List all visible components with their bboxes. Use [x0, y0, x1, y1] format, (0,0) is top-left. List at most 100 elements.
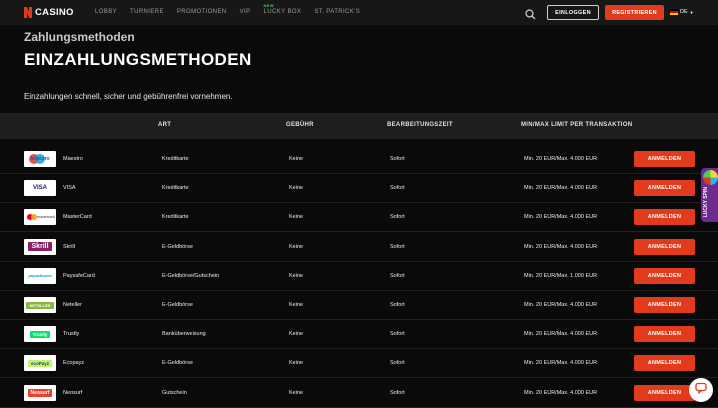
page-title: EINZAHLUNGSMETHODEN: [24, 50, 252, 69]
table-row: mastercard MasterCard Kreditkarte Keine Sofo…: [0, 203, 718, 233]
payment-logo-ecopayz: ecoPayz: [24, 355, 56, 372]
register-row-button[interactable]: ANMELDEN: [634, 384, 695, 401]
nav-item-promotionen[interactable]: PROMOTIONEN: [177, 9, 227, 15]
payment-method-fee: Keine: [289, 185, 304, 192]
chevron-down-icon: ▼: [689, 9, 694, 15]
payment-method-name: Skrill: [63, 243, 75, 250]
nav-label: VIP: [239, 9, 251, 15]
register-row-button[interactable]: ANMELDEN: [634, 180, 695, 197]
page-subtitle: Einzahlungen schnell, sicher und gebühre…: [24, 92, 233, 101]
register-button[interactable]: REGISTRIEREN: [605, 5, 664, 20]
table-row: Neosurf Neosurf Gutschein Keine Sofort Min. 2…: [0, 379, 718, 408]
nav-item-turniere[interactable]: TURNIERE: [130, 9, 164, 15]
payment-method-type: E-Geldbörse/Gutschein: [162, 272, 220, 279]
payment-logo-text: paysafecard: [28, 273, 52, 279]
nav-item-lucky-box[interactable]: NEW LUCKY BOX: [263, 3, 302, 15]
table-row: paysafecard PaysafeCard E-Geldbörse/Gutsch…: [0, 262, 718, 291]
register-row-button[interactable]: ANMELDEN: [634, 326, 695, 343]
payment-method-name: Ecopayz: [63, 360, 85, 367]
payment-logo-visa: VISA: [24, 180, 56, 197]
payment-method-limit: Min. 20 EUR/Max. 4.000 EUR: [524, 360, 598, 367]
payment-method-limit: Min. 20 EUR/Max. 4.000 EUR: [524, 331, 598, 338]
payment-method-type: E-Geldbörse: [162, 243, 193, 250]
column-header-fee: GEBÜHR: [286, 122, 314, 128]
nav-item-st-patricks[interactable]: ST. PATRICK'S: [314, 9, 360, 15]
column-header-art: ART: [158, 122, 172, 128]
lucky-spin-widget[interactable]: LUCKY SPIN: [701, 168, 718, 222]
payment-logo-trustly: Trustly: [24, 326, 56, 343]
payment-logo-text: Maestro: [30, 156, 50, 162]
nav-item-vip[interactable]: VIP: [240, 9, 251, 15]
search-icon[interactable]: [525, 7, 536, 20]
new-badge: NEW: [263, 3, 275, 8]
payment-method-fee: Keine: [289, 389, 304, 396]
payment-method-type: E-Geldbörse: [162, 302, 193, 308]
payment-method-limit: Min. 20 EUR/Max. 4.000 EUR: [524, 156, 598, 162]
payment-method-type: Kreditkarte: [162, 156, 189, 162]
payment-logo-text: Neosurf: [27, 388, 53, 397]
login-button[interactable]: EINLOGGEN: [547, 5, 599, 20]
payment-method-limit: Min. 20 EUR/Max. 4.000 EUR: [524, 302, 598, 308]
payment-method-name: Maestro: [63, 156, 83, 162]
language-selector[interactable]: DE ▼: [670, 9, 694, 15]
payment-method-processing-time: Sofort: [390, 272, 405, 279]
german-flag-icon: [670, 9, 678, 15]
payment-method-type: Banküberweisung: [162, 331, 206, 338]
nav-label: ST. PATRICK'S: [314, 9, 361, 15]
payment-logo-skrill: Skrill: [24, 238, 56, 255]
payment-method-name: Trustly: [63, 331, 80, 338]
logo-text: CASINO: [35, 7, 74, 18]
table-row: Trustly Trustly Banküberweisung Keine Sofort…: [0, 320, 718, 350]
payment-method-processing-time: Sofort: [390, 331, 405, 338]
payment-method-name: PaysafeCard: [63, 272, 95, 279]
mastercard-circles: [30, 214, 37, 221]
casino-logo[interactable]: CASINO: [24, 7, 74, 18]
payment-method-type: Kreditkarte: [162, 214, 189, 221]
payment-method-limit: Min. 20 EUR/Max. 4.000 EUR: [524, 214, 598, 221]
lucky-spin-label: LUCKY SPIN: [703, 187, 709, 218]
payment-method-fee: Keine: [289, 331, 304, 338]
chat-button[interactable]: [689, 378, 713, 402]
lucky-spin-line2: SPIN: [703, 187, 709, 199]
register-row-button[interactable]: ANMELDEN: [634, 209, 695, 226]
table-row: Maestro Maestro Kreditkarte Keine Sofort Min.…: [0, 145, 718, 174]
payment-logo-text: ecoPayz: [27, 359, 52, 367]
payment-method-processing-time: Sofort: [390, 156, 405, 162]
register-row-button[interactable]: ANMELDEN: [634, 355, 695, 372]
lucky-spin-line1: LUCKY: [703, 200, 709, 218]
payment-logo-neosurf: Neosurf: [24, 384, 56, 401]
payment-logo-text: Skrill: [28, 242, 52, 252]
payment-logo-paysafecard: paysafecard: [24, 267, 56, 284]
column-header-processing: BEARBEITUNGSZEIT: [387, 122, 453, 128]
column-header-limit: MIN/MAX LIMIT PER TRANSAKTION: [521, 122, 633, 128]
payment-logo-text: mastercard: [37, 215, 55, 220]
nav-label: PROMOTIONEN: [176, 9, 227, 15]
payment-method-processing-time: Sofort: [390, 243, 405, 250]
table-row: Skrill Skrill E-Geldbörse Keine Sofort Min. 2…: [0, 233, 718, 262]
payment-method-limit: Min. 20 EUR/Max. 4.000 EUR: [524, 185, 598, 192]
payment-method-fee: Keine: [289, 214, 304, 221]
payment-method-name: Neteller: [63, 302, 82, 308]
register-row-button[interactable]: ANMELDEN: [634, 297, 695, 313]
payment-logo-text: NETELLER: [26, 301, 54, 309]
payment-method-limit: Min. 20 EUR/Max. 4.000 EUR: [524, 389, 598, 396]
payment-method-processing-time: Sofort: [390, 389, 405, 396]
language-code: DE: [680, 9, 688, 15]
nav-label: LUCKY BOX: [263, 9, 302, 15]
table-row: VISA VISA Kreditkarte Keine Sofort Min. 20 EU…: [0, 174, 718, 204]
nav-item-lobby[interactable]: LOBBY: [95, 9, 117, 15]
payment-method-processing-time: Sofort: [390, 185, 405, 192]
logo-mark-icon: [24, 7, 32, 18]
register-row-button[interactable]: ANMELDEN: [634, 238, 695, 255]
payment-method-limit: Min. 20 EUR/Max. 4.000 EUR: [524, 243, 598, 250]
register-row-button[interactable]: ANMELDEN: [634, 267, 695, 284]
payment-method-name: VISA: [63, 185, 76, 192]
payment-method-name: MasterCard: [63, 214, 92, 221]
table-row: ecoPayz Ecopayz E-Geldbörse Keine Sofort Min.…: [0, 349, 718, 379]
table-header: ART GEBÜHR BEARBEITUNGSZEIT MIN/MAX LIMI…: [0, 113, 718, 139]
payment-method-fee: Keine: [289, 360, 304, 367]
payment-method-type: E-Geldbörse: [162, 360, 193, 367]
nav-label: LOBBY: [95, 9, 118, 15]
payment-logo-mastercard: mastercard: [24, 209, 56, 226]
register-row-button[interactable]: ANMELDEN: [634, 151, 695, 167]
